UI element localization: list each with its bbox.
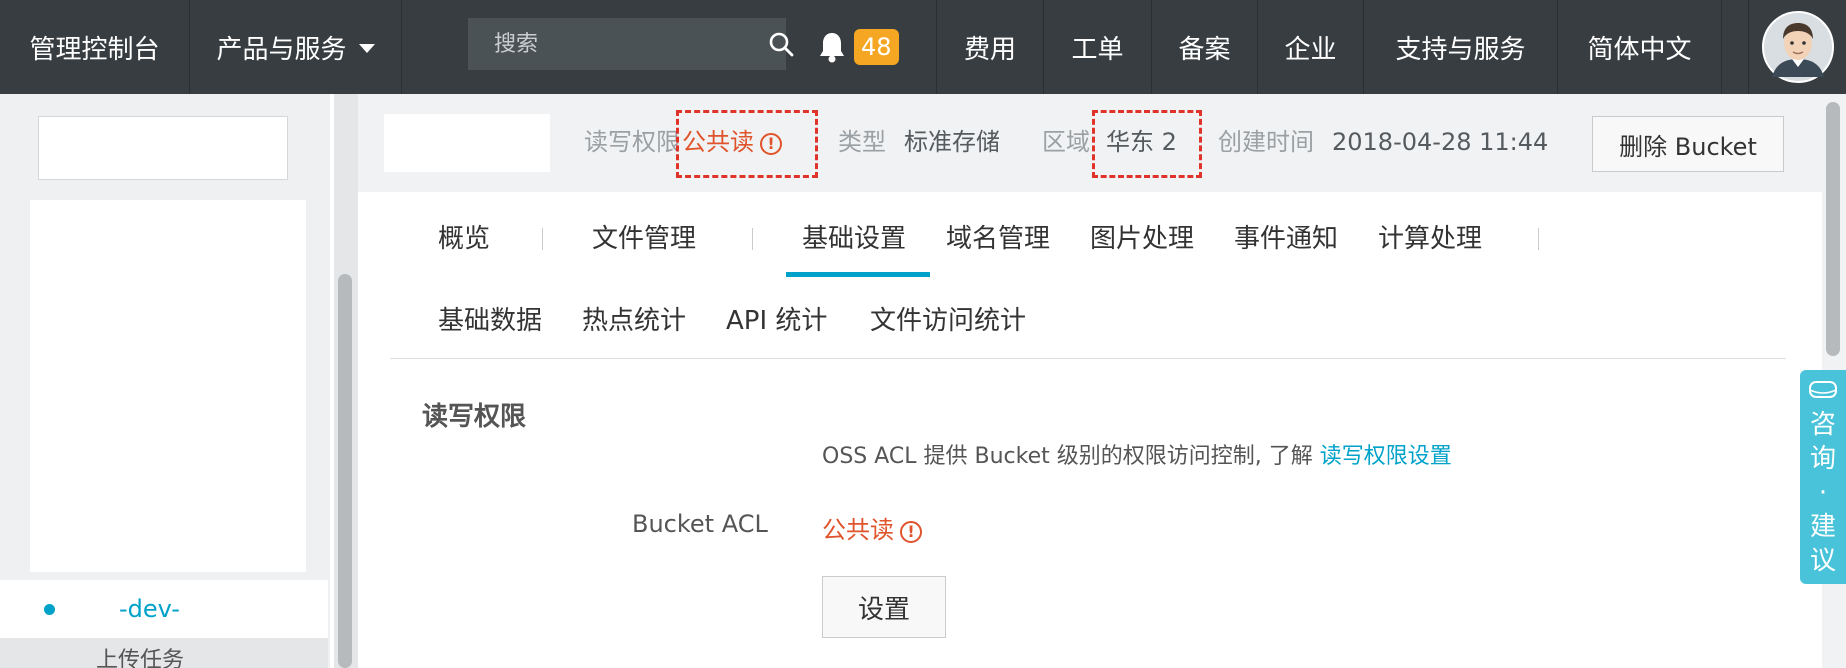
tab-file-management[interactable]: 文件管理 <box>592 218 696 255</box>
nav-item-label: 支持与服务 <box>1395 34 1526 65</box>
tab-basic-data[interactable]: 基础数据 <box>438 300 542 337</box>
consult-label: 咨询·建议 <box>1809 410 1836 576</box>
search-icon <box>769 32 794 57</box>
sidebar-search-input[interactable] <box>53 117 328 179</box>
tab-separator <box>542 228 543 250</box>
active-dot <box>44 603 55 615</box>
region-highlight-box <box>1092 110 1202 178</box>
bucket-acl-text: 公共读 <box>822 516 894 544</box>
bucket-name-field <box>384 114 550 172</box>
type-value: 标准存储 <box>904 128 1000 156</box>
nav-item-label: 简体中文 <box>1587 34 1692 65</box>
consult-feedback-tab[interactable]: 咨询·建议 <box>1800 370 1846 584</box>
nav-item-icp[interactable]: 备案 <box>1152 0 1258 94</box>
nav-item-label: 企业 <box>1284 34 1337 65</box>
nav-item-support[interactable]: 支持与服务 <box>1364 0 1558 94</box>
tab-basic-settings[interactable]: 基础设置 <box>802 218 906 255</box>
created-label: 创建时间 <box>1218 128 1314 156</box>
bell-icon <box>820 33 844 63</box>
nav-item-label: 工单 <box>1071 34 1124 65</box>
acl-set-button[interactable]: 设置 <box>822 576 946 638</box>
acl-info-label: 读写权限 <box>584 128 680 156</box>
top-search-box <box>468 18 794 70</box>
bucket-info-bar: 读写权限 公共读! 类型 标准存储 区域 华东 2 创建时间 2018-04-2… <box>358 94 1822 192</box>
bucket-list-panel <box>30 200 306 572</box>
nav-item-enterprise[interactable]: 企业 <box>1258 0 1364 94</box>
notification-count-badge: 48 <box>854 29 899 65</box>
tab-api-stats[interactable]: API 统计 <box>726 300 827 337</box>
top-search-input[interactable] <box>468 18 768 70</box>
tab-overview[interactable]: 概览 <box>438 218 490 255</box>
tab-event-notification[interactable]: 事件通知 <box>1234 218 1338 255</box>
products-label: 产品与服务 <box>216 34 347 65</box>
main-content: 读写权限 公共读! 类型 标准存储 区域 华东 2 创建时间 2018-04-2… <box>358 94 1822 668</box>
type-label: 类型 <box>838 128 886 156</box>
tab-separator <box>1538 228 1539 250</box>
console-link[interactable]: 管理控制台 <box>0 0 190 94</box>
nav-item-billing[interactable]: 费用 <box>936 0 1044 94</box>
tab-file-access-stats[interactable]: 文件访问统计 <box>870 300 1026 337</box>
avatar <box>1761 11 1834 83</box>
nav-item-tickets[interactable]: 工单 <box>1044 0 1152 94</box>
sidebar-search-box <box>38 116 328 180</box>
bucket-acl-label: Bucket ACL <box>632 510 768 538</box>
tab-hotspot-stats[interactable]: 热点统计 <box>582 300 686 337</box>
left-sidebar: -dev- 上传任务 <box>0 94 330 668</box>
console-label: 管理控制台 <box>29 34 160 65</box>
sidebar-item-label: 上传任务 <box>96 648 185 668</box>
sidebar-item-label: -dev- <box>119 595 180 623</box>
sidebar-scrollbar-thumb[interactable] <box>338 274 352 668</box>
notifications-button[interactable]: 48 <box>818 0 936 94</box>
warning-icon: ! <box>900 521 922 543</box>
tab-image-processing[interactable]: 图片处理 <box>1090 218 1194 255</box>
section-title-acl: 读写权限 <box>422 402 527 432</box>
sidebar-item-upload-tasks[interactable]: 上传任务 <box>0 638 328 668</box>
tab-domain-management[interactable]: 域名管理 <box>946 218 1050 255</box>
acl-settings-link[interactable]: 读写权限设置 <box>1320 444 1452 469</box>
products-menu[interactable]: 产品与服务 <box>190 0 402 94</box>
nav-item-label: 费用 <box>963 34 1016 65</box>
bucket-acl-value: 公共读! <box>822 510 922 545</box>
search-button[interactable] <box>768 18 794 70</box>
tabs-divider <box>390 358 1786 359</box>
chat-icon <box>1809 381 1837 398</box>
nav-item-label: 备案 <box>1178 34 1231 65</box>
caret-down-icon <box>358 44 375 53</box>
top-nav-items: 费用 工单 备案 企业 支持与服务 简体中文 <box>936 0 1722 94</box>
acl-description: OSS ACL 提供 Bucket 级别的权限访问控制, 了解 读写权限设置 <box>822 438 1452 470</box>
tab-separator <box>752 228 753 250</box>
region-label: 区域 <box>1042 128 1090 156</box>
sidebar-item-bucket[interactable]: -dev- <box>0 580 328 638</box>
delete-bucket-button[interactable]: 删除 Bucket <box>1592 116 1784 172</box>
created-value: 2018-04-28 11:44 <box>1332 128 1549 156</box>
acl-description-text: OSS ACL 提供 Bucket 级别的权限访问控制, 了解 <box>822 444 1313 469</box>
nav-item-language[interactable]: 简体中文 <box>1558 0 1722 94</box>
tab-compute-processing[interactable]: 计算处理 <box>1378 218 1482 255</box>
active-tab-underline <box>786 272 930 277</box>
acl-highlight-box <box>676 110 818 178</box>
page-scrollbar-thumb[interactable] <box>1826 102 1840 356</box>
user-avatar-button[interactable] <box>1748 0 1846 94</box>
